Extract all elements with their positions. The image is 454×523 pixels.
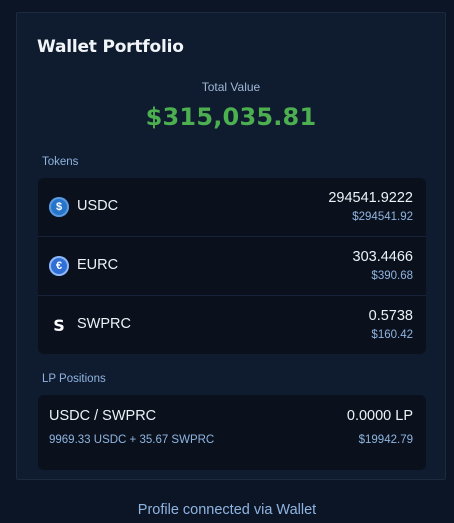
token-amount: 303.4466 [352,249,413,265]
token-name: SWPRC [77,316,131,332]
token-usd-value: $160.42 [371,329,413,341]
total-value-label: Total Value [201,80,261,94]
tokens-section-label: Tokens [42,156,79,168]
token-amount: 0.5738 [368,308,413,324]
token-name: USDC [77,198,119,214]
eurc-icon: € [49,256,69,276]
wallet-portfolio-panel: Wallet Portfolio Total Value $315,035.81… [16,12,446,480]
token-row-usdc[interactable]: $ USDC 294541.9222 $294541.92 [38,178,426,237]
lp-pair-name: USDC / SWPRC [49,408,157,424]
lp-positions-section-label: LP Positions [42,373,106,385]
page-title: Wallet Portfolio [37,37,184,57]
lp-usd-value: $19942.79 [358,434,413,446]
lp-underlying-detail: 9969.33 USDC + 35.67 SWPRC [49,434,215,446]
token-usd-value: $390.68 [371,270,413,282]
token-name: EURC [77,257,119,273]
lp-position-card[interactable]: USDC / SWPRC 0.0000 LP 9969.33 USDC + 35… [38,395,426,470]
token-amount: 294541.9222 [328,190,413,206]
usdc-icon: $ [49,197,69,217]
token-usd-value: $294541.92 [352,211,413,223]
token-list: $ USDC 294541.9222 $294541.92 € EURC 303… [38,178,426,354]
token-row-swprc[interactable]: S SWPRC 0.5738 $160.42 [38,296,426,355]
swprc-icon: S [49,315,69,335]
token-row-eurc[interactable]: € EURC 303.4466 $390.68 [38,237,426,296]
connection-status-text: Profile connected via Wallet [137,502,317,518]
total-value: $315,035.81 [145,103,317,131]
lp-amount: 0.0000 LP [346,408,413,424]
